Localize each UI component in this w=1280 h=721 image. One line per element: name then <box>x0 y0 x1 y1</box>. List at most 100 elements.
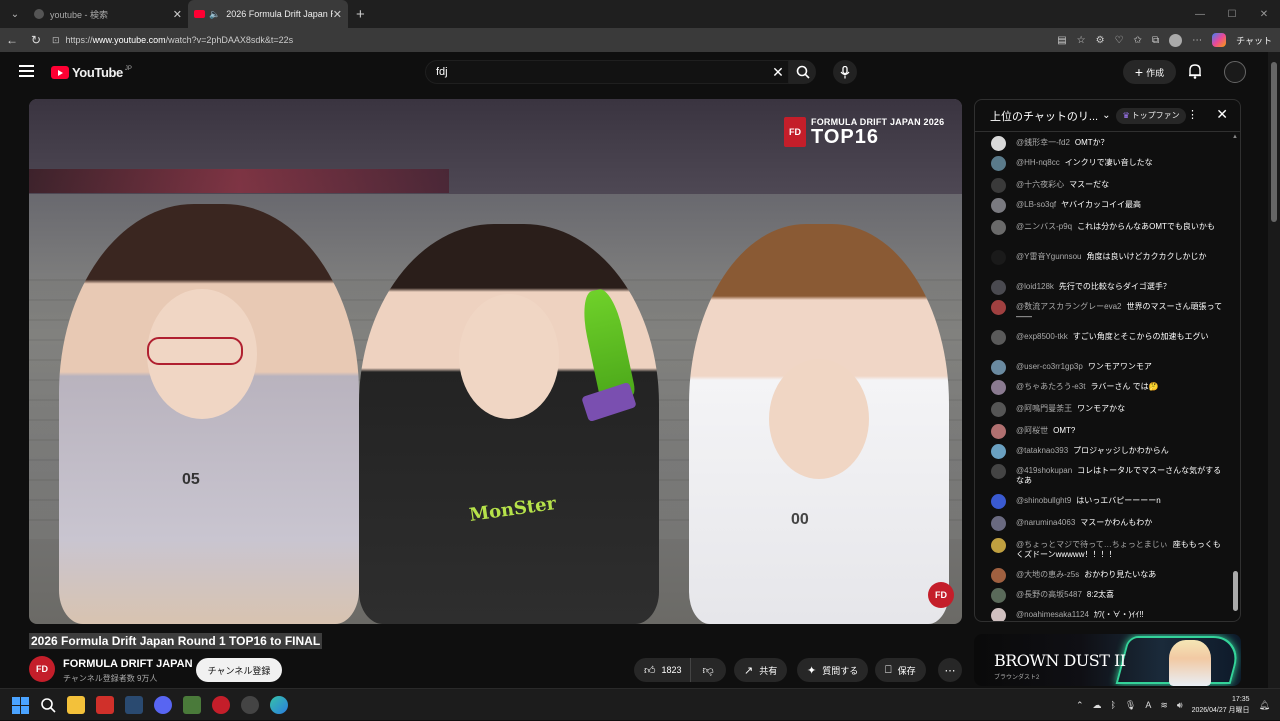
copilot-chat-label[interactable]: チャット <box>1236 34 1272 47</box>
chat-message[interactable]: @阿鳴門曼荼王 ワンモアかな <box>975 399 1233 421</box>
collections-icon[interactable]: ⧉ <box>1152 35 1159 46</box>
favorites-icon[interactable]: ✩ <box>1134 35 1142 46</box>
bluetooth-icon[interactable]: ᛒ <box>1111 700 1116 710</box>
ask-button[interactable]: ✦ 質問する <box>797 658 869 682</box>
chat-menu-icon[interactable]: ⋮ <box>1187 108 1198 121</box>
chat-author-name[interactable]: @Y雷音Ygunnsou <box>1016 252 1082 261</box>
chat-message[interactable]: @narumina4063 マスーかわんもわか <box>975 513 1233 535</box>
chevron-down-icon[interactable]: ⌄ <box>1102 110 1110 121</box>
chat-message[interactable]: @Y雷音Ygunnsou 角度は良いけどカクカクしかじか <box>975 247 1233 277</box>
chat-message[interactable]: @大地の恵み-z5s おかわり見たいなあ <box>975 565 1233 585</box>
chat-message[interactable]: @HH-nq8cc インクリで凄い音したな <box>975 153 1233 175</box>
chat-author-name[interactable]: @exp8500-tkk <box>1016 332 1068 341</box>
chat-message[interactable]: @user-co3rr1gp3p ワンモアワンモア <box>975 357 1233 377</box>
subscribe-button[interactable]: チャンネル登録 <box>196 658 282 682</box>
opera-gx-icon[interactable] <box>212 696 230 714</box>
chat-author-name[interactable]: @ちょっとマジで待って…ちょっとまじぃ <box>1016 540 1168 549</box>
like-button[interactable]: 👍︎ 1823 <box>634 658 690 682</box>
microphone-icon[interactable]: 🎙︎ <box>1125 700 1136 711</box>
chat-author-avatar[interactable] <box>991 198 1006 213</box>
chat-author-avatar[interactable] <box>991 220 1006 235</box>
tab-youtube-search[interactable]: youtube - 検索 ✕ <box>28 0 188 28</box>
chat-message[interactable]: @ちょっとマジで待って…ちょっとまじぃ 座ももっくもくズドーンwwwww！！！！ <box>975 535 1233 565</box>
volume-icon[interactable]: 🔊︎ <box>1177 700 1183 711</box>
chat-author-name[interactable]: @loid128k <box>1016 282 1054 291</box>
chat-author-name[interactable]: @shinobullght9 <box>1016 496 1071 505</box>
chat-message[interactable]: @長野の高坂5487 8:2太喜 <box>975 585 1233 605</box>
notifications-button[interactable] <box>1188 63 1202 84</box>
menu-icon[interactable] <box>19 65 34 77</box>
chat-author-avatar[interactable] <box>991 360 1006 375</box>
chat-author-avatar[interactable] <box>991 136 1006 151</box>
favorite-star-icon[interactable]: ☆ <box>1077 35 1086 46</box>
chat-message[interactable]: @LB-so3qf ヤバイカッコイイ最高 <box>975 195 1233 217</box>
onedrive-icon[interactable]: ☁ <box>1093 700 1102 711</box>
ime-indicator[interactable]: A <box>1145 700 1151 710</box>
chat-message[interactable]: @loid128k 先行での比較ならダイゴ選手？ <box>975 277 1233 297</box>
chat-message[interactable]: @419shokupan コレはトータルでマスーさんな気がするなあ <box>975 461 1233 491</box>
back-arrow-icon[interactable]: ← <box>0 33 24 47</box>
chat-message[interactable]: @tataknao393 プロジャッジしかわからん <box>975 441 1233 461</box>
close-tab-icon[interactable]: ✕ <box>333 8 342 21</box>
chat-author-name[interactable]: @tataknao393 <box>1016 446 1068 455</box>
copilot-icon[interactable] <box>1212 33 1227 47</box>
vivaldi-icon[interactable] <box>96 696 114 714</box>
chat-author-avatar[interactable] <box>991 568 1006 583</box>
chat-author-avatar[interactable] <box>991 424 1006 439</box>
show-hidden-icons-icon[interactable]: ⌃ <box>1076 700 1084 711</box>
steam-icon[interactable] <box>125 696 143 714</box>
share-button[interactable]: ↗ 共有 <box>734 658 788 682</box>
more-actions-button[interactable]: ⋯ <box>938 658 962 682</box>
chat-author-avatar[interactable] <box>991 588 1006 603</box>
chat-scrollbar[interactable] <box>1233 571 1238 611</box>
dislike-button[interactable]: 👎︎ <box>689 658 726 682</box>
browser-essentials-icon[interactable]: ♡ <box>1115 35 1124 46</box>
chat-mode-title[interactable]: 上位のチャットのリ... <box>990 108 1098 124</box>
channel-name[interactable]: FORMULA DRIFT JAPAN <box>63 658 193 670</box>
channel-avatar[interactable]: FD <box>29 656 55 682</box>
close-tab-icon[interactable]: ✕ <box>173 8 182 21</box>
chat-author-avatar[interactable] <box>991 464 1006 479</box>
chat-message[interactable]: @ニンバス-p9q これは分からんなあOMTでも良いかも <box>975 217 1233 247</box>
file-explorer-icon[interactable] <box>67 696 85 714</box>
chat-author-avatar[interactable] <box>991 280 1006 295</box>
scroll-up-arrow-icon[interactable]: ▲ <box>1232 134 1238 140</box>
search-input[interactable]: fdj ✕ <box>425 60 789 84</box>
close-chat-icon[interactable]: ✕ <box>1216 106 1228 123</box>
top-fan-badge[interactable]: ♛ トップファン <box>1116 107 1186 124</box>
minimize-icon[interactable]: — <box>1184 9 1216 20</box>
tab-video[interactable]: 🔈 2026 Formula Drift Japan Rou ✕ <box>188 0 348 28</box>
chat-author-name[interactable]: @大地の恵み-z5s <box>1016 570 1079 579</box>
search-button[interactable] <box>789 60 816 84</box>
chat-message[interactable]: @阿桜世 OMT? <box>975 421 1233 441</box>
chat-author-avatar[interactable] <box>991 608 1006 621</box>
chat-message[interactable]: @十六夜彩心 マスーだな <box>975 175 1233 195</box>
chat-author-name[interactable]: @user-co3rr1gp3p <box>1016 362 1083 371</box>
chat-author-name[interactable]: @十六夜彩心 <box>1016 180 1064 189</box>
sponsored-ad[interactable]: BROWN DUST II ブラウンダスト2 <box>974 634 1241 686</box>
chat-message-list[interactable]: @銭形幸一-fd2 OMTか？ @HH-nq8cc インクリで凄い音したな @十六夜彩心… <box>975 133 1233 621</box>
chat-author-avatar[interactable] <box>991 156 1006 171</box>
chat-message[interactable]: @数流アスカラングレーeva2 世界のマスーさん頑張って―― <box>975 297 1233 327</box>
wifi-icon[interactable]: ≋ <box>1160 700 1168 711</box>
youtube-logo[interactable]: YouTube JP <box>51 65 132 80</box>
chat-author-name[interactable]: @LB-so3qf <box>1016 200 1056 209</box>
url-field[interactable]: ⊡ https://www.youtube.com/watch?v=2phDAA… <box>52 31 1052 49</box>
profile-avatar-icon[interactable] <box>1169 33 1183 47</box>
chat-author-name[interactable]: @長野の高坂5487 <box>1016 590 1082 599</box>
video-player[interactable]: MonSter 05 00 FD FORMULA DRIFT JAPAN 202… <box>29 99 962 624</box>
chat-author-name[interactable]: @419shokupan <box>1016 466 1072 475</box>
create-button[interactable]: + 作成 <box>1123 60 1176 84</box>
chat-author-avatar[interactable] <box>991 300 1006 315</box>
close-window-icon[interactable]: ✕ <box>1248 9 1280 20</box>
scrollbar-thumb[interactable] <box>1271 62 1277 222</box>
voice-search-button[interactable] <box>833 60 857 84</box>
chat-author-name[interactable]: @銭形幸一-fd2 <box>1016 138 1070 147</box>
chat-author-avatar[interactable] <box>991 402 1006 417</box>
chat-message[interactable]: @exp8500-tkk すごい角度とそこからの加速もエグい <box>975 327 1233 357</box>
discord-icon[interactable] <box>154 696 172 714</box>
tab-actions-menu-button[interactable]: ⌄ <box>2 4 28 24</box>
new-tab-button[interactable]: + <box>356 6 365 23</box>
chat-author-name[interactable]: @ちゃあたろう-e3t <box>1016 382 1085 391</box>
chat-author-name[interactable]: @HH-nq8cc <box>1016 158 1060 167</box>
